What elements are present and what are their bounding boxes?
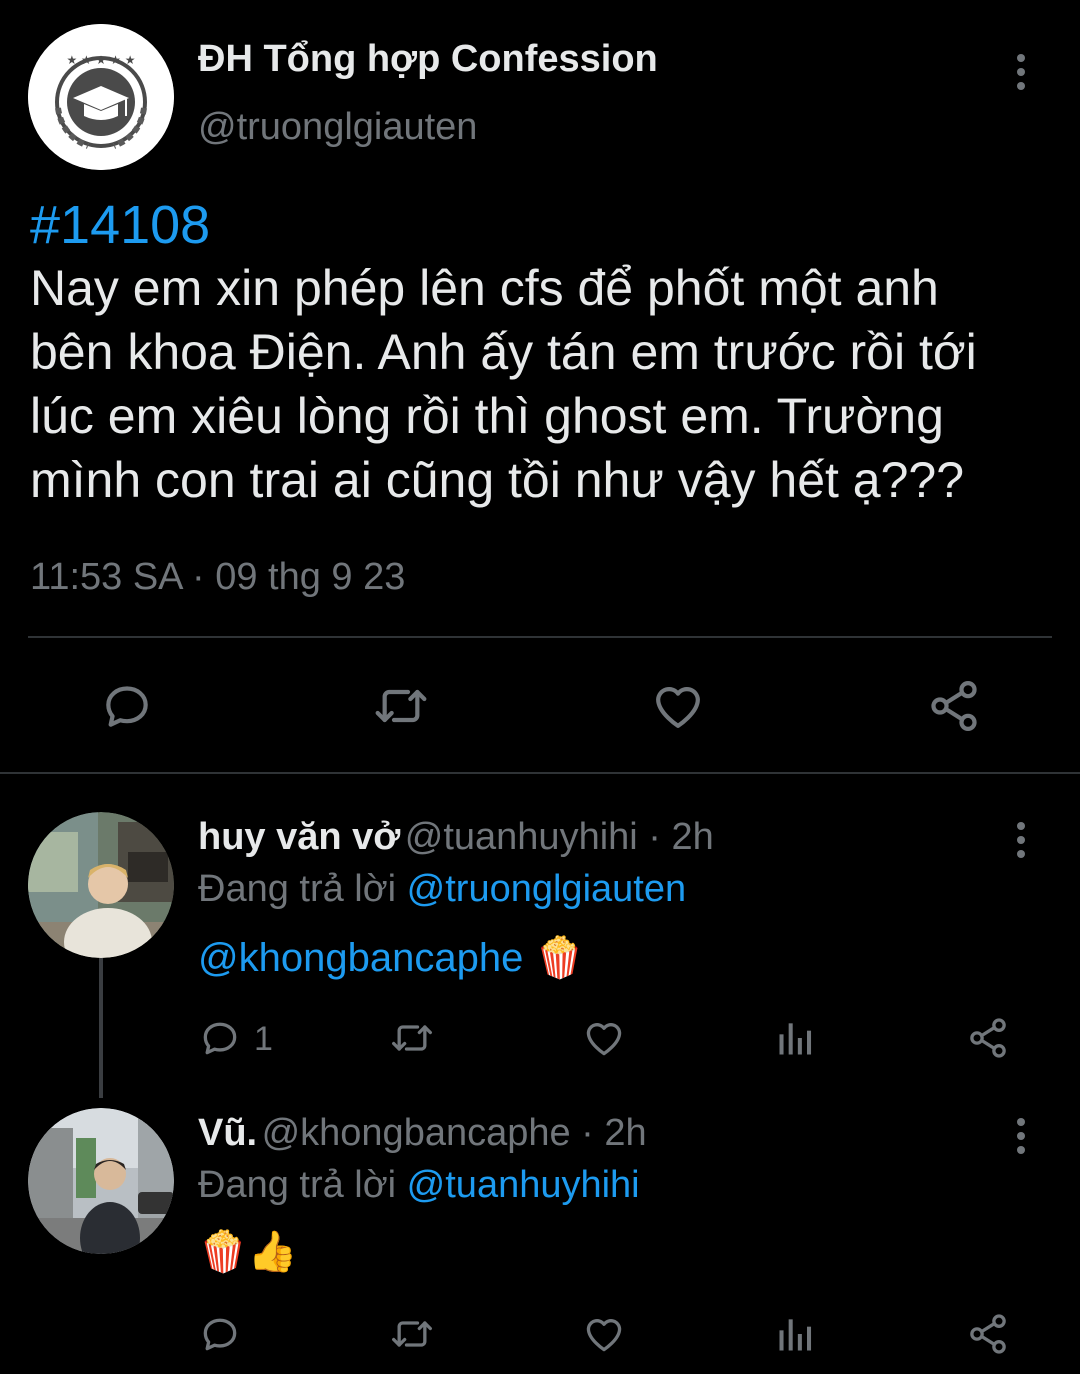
- reply-text: 🍿👍: [198, 1228, 298, 1275]
- author-name[interactable]: ĐH Tổng hợp Confession: [198, 38, 658, 81]
- popcorn-thumbs-up-emoji: 🍿👍: [198, 1230, 298, 1274]
- retweet-icon[interactable]: [390, 1016, 434, 1060]
- thread-line: [99, 958, 103, 1098]
- section-divider: [0, 772, 1080, 774]
- reply-avatar[interactable]: [28, 1108, 174, 1254]
- reply-icon[interactable]: [198, 1312, 242, 1356]
- tweet-timestamp[interactable]: 11:53 SA · 09 thg 9 23: [30, 556, 405, 599]
- replying-to-handle[interactable]: @truonglgiauten: [407, 868, 686, 910]
- reply-avatar[interactable]: [28, 812, 174, 958]
- more-options-icon[interactable]: [1013, 52, 1029, 92]
- graduation-cap-logo: ★ ★ ★ ★ ★: [28, 24, 174, 170]
- replying-to-handle[interactable]: @tuanhuyhihi: [407, 1164, 640, 1206]
- like-icon[interactable]: [582, 1312, 626, 1356]
- hashtag-link[interactable]: #14108: [30, 194, 210, 256]
- svg-text:★ ★ ★ ★ ★: ★ ★ ★ ★ ★: [66, 53, 135, 67]
- divider: [28, 636, 1052, 638]
- reply-header: huy văn vở @tuanhuyhihi · 2h: [198, 816, 714, 859]
- replying-to-label: Đang trả lời: [198, 868, 397, 910]
- popcorn-emoji: 🍿: [534, 936, 585, 980]
- reply-author-handle[interactable]: @tuanhuyhihi · 2h: [405, 816, 714, 858]
- share-icon[interactable]: [926, 678, 982, 734]
- reply-text: @khongbancaphe 🍿: [198, 934, 584, 981]
- reply-author-name[interactable]: huy văn vở: [198, 816, 400, 858]
- share-icon[interactable]: [966, 1312, 1010, 1356]
- author-handle[interactable]: @truonglgiauten: [198, 106, 477, 149]
- more-options-icon[interactable]: [1013, 1116, 1029, 1156]
- analytics-icon[interactable]: [774, 1312, 818, 1356]
- tweet-text: Nay em xin phép lên cfs để phốt một anh …: [30, 260, 977, 508]
- reply-icon[interactable]: [99, 678, 155, 734]
- replying-to-label: Đang trả lời: [198, 1164, 397, 1206]
- author-avatar[interactable]: ★ ★ ★ ★ ★: [28, 24, 174, 170]
- retweet-icon[interactable]: [373, 678, 429, 734]
- reply-author-handle[interactable]: @khongbancaphe · 2h: [262, 1112, 647, 1154]
- reply-author-name[interactable]: Vũ.: [198, 1112, 257, 1154]
- replying-to-line: Đang trả lời @truonglgiauten: [198, 868, 686, 911]
- reply-icon[interactable]: [198, 1016, 242, 1060]
- replying-to-line: Đang trả lời @tuanhuyhihi: [198, 1164, 640, 1207]
- like-icon[interactable]: [582, 1016, 626, 1060]
- like-icon[interactable]: [650, 678, 706, 734]
- mention-link[interactable]: @khongbancaphe: [198, 936, 523, 980]
- analytics-icon[interactable]: [774, 1016, 818, 1060]
- share-icon[interactable]: [966, 1016, 1010, 1060]
- more-options-icon[interactable]: [1013, 820, 1029, 860]
- reply-count: 1: [254, 1020, 273, 1058]
- reply-header: Vũ. @khongbancaphe · 2h: [198, 1112, 647, 1155]
- retweet-icon[interactable]: [390, 1312, 434, 1356]
